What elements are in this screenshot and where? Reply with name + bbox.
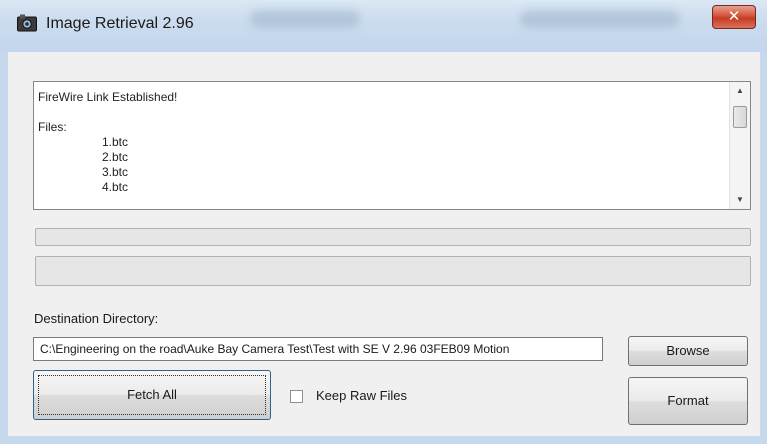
log-line: FireWire Link Established!: [38, 90, 178, 104]
log-content: FireWire Link Established! Files: 1.btc …: [38, 90, 177, 195]
scroll-thumb[interactable]: [733, 106, 747, 128]
format-button[interactable]: Format: [628, 377, 748, 425]
window-frame-right: [759, 52, 767, 444]
window-frame-left: [0, 52, 8, 444]
keep-raw-files-label[interactable]: Keep Raw Files: [316, 388, 407, 403]
format-button-label: Format: [667, 393, 709, 408]
scroll-up-icon[interactable]: ▲: [730, 84, 750, 98]
camera-icon: [17, 14, 37, 32]
log-line: Files:: [38, 120, 67, 134]
progress-bar-secondary: [35, 256, 751, 286]
file-item[interactable]: 1.btc: [38, 135, 177, 150]
title-bar-glass-blur: [250, 10, 360, 28]
progress-bar-primary: [35, 228, 751, 246]
close-icon: ✕: [727, 8, 741, 25]
keep-raw-files-checkbox[interactable]: [290, 390, 303, 403]
log-scrollbar[interactable]: ▲ ▼: [729, 82, 750, 209]
window-frame-bottom: [0, 436, 767, 444]
focus-ring: [38, 375, 266, 415]
title-bar[interactable]: Image Retrieval 2.96 ✕: [0, 0, 767, 53]
file-item[interactable]: 3.btc: [38, 165, 177, 180]
file-item[interactable]: 4.btc: [38, 180, 177, 195]
browse-button[interactable]: Browse: [628, 336, 748, 366]
destination-path-field[interactable]: C:\Engineering on the road\Auke Bay Came…: [33, 337, 603, 361]
close-button[interactable]: ✕: [712, 5, 756, 29]
title-bar-glass-blur: [520, 10, 680, 28]
image-retrieval-window: Image Retrieval 2.96 ✕ FireWire Link Est…: [0, 0, 767, 444]
fetch-all-button[interactable]: Fetch All: [33, 370, 271, 420]
scroll-down-icon[interactable]: ▼: [730, 193, 750, 207]
file-item[interactable]: 2.btc: [38, 150, 177, 165]
destination-directory-label: Destination Directory:: [34, 311, 159, 326]
window-title: Image Retrieval 2.96: [46, 15, 194, 32]
log-listbox[interactable]: FireWire Link Established! Files: 1.btc …: [33, 81, 751, 210]
browse-button-label: Browse: [666, 343, 710, 358]
